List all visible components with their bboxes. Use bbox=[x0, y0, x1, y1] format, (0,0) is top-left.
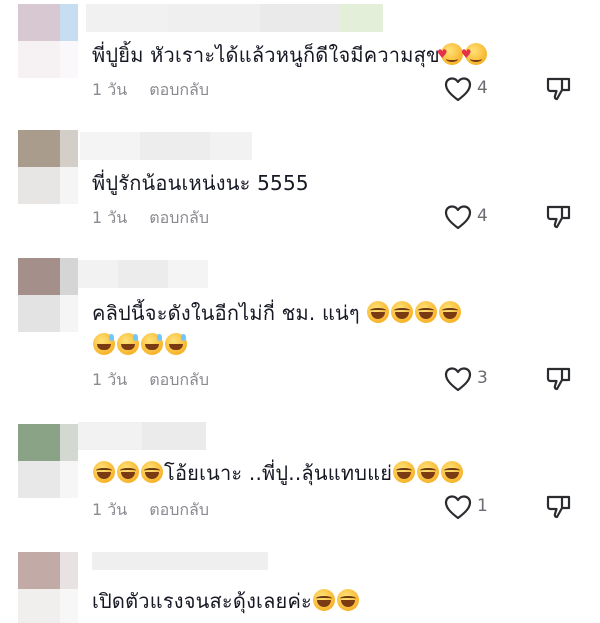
grinning-face-with-sweat-icon bbox=[141, 333, 163, 355]
comment-text: พี่ปูยิ้ม หัวเราะได้แล้วหนูก็ดีใจมีความส… bbox=[92, 37, 488, 72]
avatar[interactable] bbox=[18, 4, 78, 78]
face-with-tears-of-joy-icon bbox=[441, 461, 464, 483]
face-with-tears-of-joy-icon bbox=[417, 461, 440, 483]
grinning-face-with-sweat-icon bbox=[93, 333, 115, 355]
timestamp: 1 วัน bbox=[92, 208, 128, 227]
comment-text-line2 bbox=[92, 328, 188, 362]
username-blurred[interactable] bbox=[78, 132, 258, 160]
avatar[interactable] bbox=[18, 552, 78, 623]
face-with-tears-of-joy-icon bbox=[391, 301, 414, 323]
grinning-face-with-sweat-icon bbox=[165, 333, 187, 355]
like-button[interactable]: 4 bbox=[444, 76, 494, 102]
face-with-tears-of-joy-icon bbox=[312, 589, 335, 611]
face-with-tears-of-joy-icon bbox=[336, 589, 359, 611]
comment-meta: 1 วัน ตอบกลับ bbox=[92, 206, 209, 231]
avatar[interactable] bbox=[18, 258, 78, 332]
heart-outline-icon bbox=[444, 205, 472, 230]
comment-meta: 1 วัน ตอบกลับ bbox=[92, 368, 209, 393]
reply-button[interactable]: ตอบกลับ bbox=[149, 80, 209, 99]
dislike-button[interactable] bbox=[546, 366, 572, 392]
username-blurred[interactable] bbox=[78, 422, 206, 450]
reply-button[interactable]: ตอบกลับ bbox=[149, 208, 209, 227]
reply-button[interactable]: ตอบกลับ bbox=[149, 370, 209, 389]
comment-text: โอ้ยเนาะ ..พี่ปู..ลุ้นแทบแย่ bbox=[92, 456, 464, 490]
like-count: 3 bbox=[477, 368, 488, 388]
username-blurred[interactable] bbox=[78, 552, 268, 570]
face-with-tears-of-joy-icon bbox=[393, 461, 416, 483]
grinning-face-with-sweat-icon bbox=[117, 333, 139, 355]
smiling-face-with-hearts-icon bbox=[461, 37, 487, 71]
like-count: 4 bbox=[477, 78, 488, 98]
like-button[interactable]: 1 bbox=[444, 494, 494, 520]
reply-button[interactable]: ตอบกลับ bbox=[149, 500, 209, 519]
avatar[interactable] bbox=[18, 130, 78, 204]
dislike-button[interactable] bbox=[546, 76, 572, 102]
thumbs-down-icon bbox=[546, 77, 571, 101]
comment-meta: 1 วัน ตอบกลับ bbox=[92, 498, 209, 523]
face-with-tears-of-joy-icon bbox=[415, 301, 438, 323]
face-with-tears-of-joy-icon bbox=[141, 461, 163, 483]
timestamp: 1 วัน bbox=[92, 370, 128, 389]
face-with-tears-of-joy-icon bbox=[93, 461, 115, 483]
thumbs-down-icon bbox=[546, 367, 571, 391]
face-with-tears-of-joy-icon bbox=[367, 301, 390, 323]
like-count: 4 bbox=[477, 206, 488, 226]
dislike-button[interactable] bbox=[546, 204, 572, 230]
avatar[interactable] bbox=[18, 424, 78, 498]
comment-text: พี่ปูรักน้อนเหน่งนะ 5555 bbox=[92, 171, 309, 195]
comment-meta: 1 วัน ตอบกลับ bbox=[92, 78, 209, 103]
heart-outline-icon bbox=[444, 367, 472, 392]
comment-text: เปิดตัวแรงจนสะดุ้งเลยค่ะ bbox=[92, 584, 360, 618]
comment-text: คลิปนี้จะดังในอีกไม่กี่ ชม. แน่ๆ bbox=[92, 296, 462, 330]
like-button[interactable]: 3 bbox=[444, 366, 494, 392]
face-with-tears-of-joy-icon bbox=[439, 301, 462, 323]
smiling-face-with-hearts-icon bbox=[437, 37, 463, 71]
timestamp: 1 วัน bbox=[92, 500, 128, 519]
thumbs-down-icon bbox=[546, 495, 571, 519]
like-count: 1 bbox=[477, 496, 488, 516]
like-button[interactable]: 4 bbox=[444, 204, 494, 230]
heart-outline-icon bbox=[444, 495, 472, 520]
timestamp: 1 วัน bbox=[92, 80, 128, 99]
dislike-button[interactable] bbox=[546, 494, 572, 520]
username-blurred[interactable] bbox=[78, 4, 383, 32]
face-with-tears-of-joy-icon bbox=[117, 461, 139, 483]
heart-outline-icon bbox=[444, 77, 472, 102]
thumbs-down-icon bbox=[546, 205, 571, 229]
username-blurred[interactable] bbox=[78, 260, 208, 288]
